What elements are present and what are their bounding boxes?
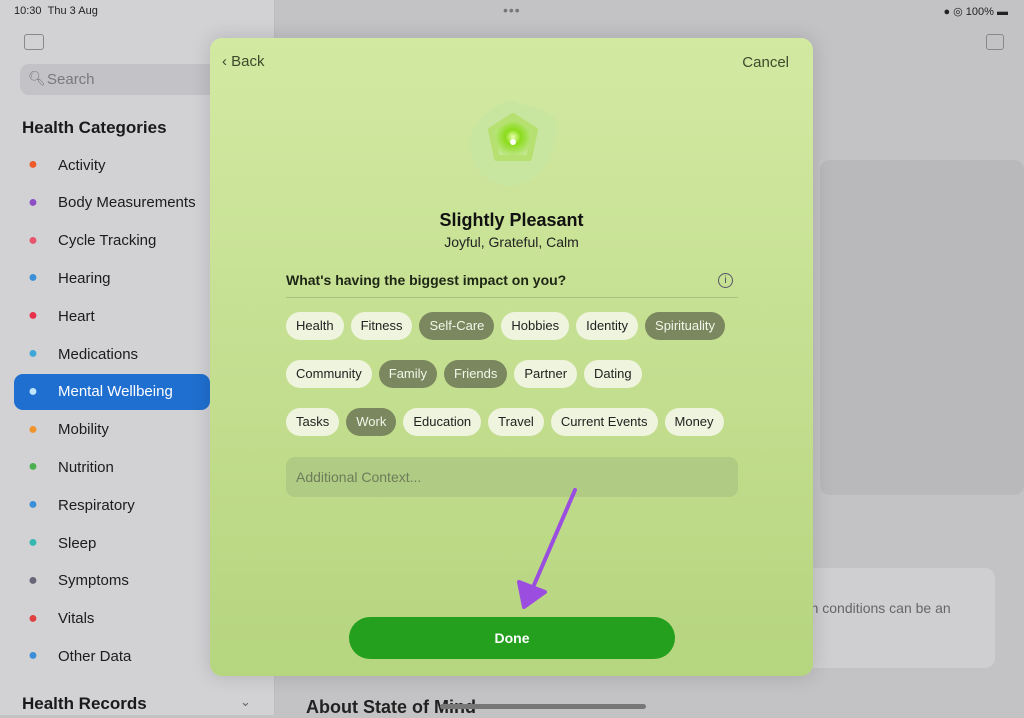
sidebar-item-label: Body Measurements [58, 194, 196, 212]
sidebar-item-label: Sleep [58, 534, 97, 552]
clock: 10:30 Thu 3 Aug [14, 5, 98, 17]
sidebar-item-label: Cycle Tracking [58, 232, 157, 250]
sidebar-item-nutrition[interactable]: ● Nutrition [14, 449, 210, 485]
head-icon: ● [28, 382, 38, 400]
sidebar-item-label: Symptoms [58, 572, 129, 590]
sidebar-item-medications[interactable]: ● Medications [14, 336, 210, 372]
sidebar-item-respiratory[interactable]: ● Respiratory [14, 487, 210, 523]
sidebar-item-body-measurements[interactable]: ● Body Measurements [14, 185, 210, 221]
sidebar-item-label: Other Data [58, 647, 132, 665]
chip-row: Health Fitness Self-Care Hobbies Identity Spi… [286, 312, 725, 340]
chevron-down-icon[interactable]: ⌄ [240, 694, 251, 710]
bed-icon: ● [28, 534, 38, 551]
sidebar-item-label: Activity [58, 156, 106, 174]
sidebar-item-sleep[interactable]: ● Sleep [14, 525, 210, 561]
sidebar-item-hearing[interactable]: ● Hearing [14, 260, 210, 296]
home-indicator[interactable] [440, 704, 646, 709]
chip-work[interactable]: Work [346, 408, 397, 436]
info-icon[interactable]: i [718, 273, 733, 288]
sidebar-item-label: Vitals [58, 610, 95, 628]
apple-icon: ● [28, 458, 38, 476]
sidebar-item-mobility[interactable]: ● Mobility [14, 412, 210, 448]
divider [286, 297, 738, 298]
waveform-icon: ● [28, 609, 38, 627]
mood-flower-icon [469, 100, 557, 187]
calendar-icon[interactable] [986, 34, 1004, 50]
sidebar-item-label: Respiratory [58, 496, 135, 514]
sidebar-item-cycle-tracking[interactable]: ● Cycle Tracking [14, 223, 210, 259]
pills-icon: ● [28, 345, 38, 362]
sidebar-item-other-data[interactable]: ● Other Data [14, 638, 210, 674]
main-card [820, 160, 1024, 495]
chip-identity[interactable]: Identity [576, 312, 639, 340]
chip-travel[interactable]: Travel [488, 408, 544, 436]
multitasking-dots-icon[interactable]: ••• [503, 2, 521, 18]
chip-family[interactable]: Family [378, 360, 438, 388]
sidebar-item-label: Mobility [58, 421, 109, 439]
feelings-label: Joyful, Grateful, Calm [444, 234, 579, 250]
sidebar-item-label: Medications [58, 345, 139, 363]
chip-row: Tasks Work Education Travel Current Events Mo… [286, 408, 724, 436]
heart-icon: ● [28, 307, 38, 325]
chevron-left-icon: ‹ [222, 53, 227, 70]
chip-spirituality[interactable]: Spirituality [645, 312, 725, 340]
sidebar-item-label: Nutrition [58, 458, 114, 476]
done-button[interactable]: Done [349, 617, 675, 659]
cycle-icon: ● [28, 231, 38, 249]
mood-label: Slightly Pleasant [439, 210, 584, 230]
sidebar-item-symptoms[interactable]: ● Symptoms [14, 563, 210, 599]
section-title: Health Categories [22, 118, 167, 137]
status-icons: ● ◎ 100% ▬ [943, 6, 1008, 18]
chip-self-care[interactable]: Self-Care [419, 312, 495, 340]
arrows-icon: ● [28, 420, 38, 438]
chip-hobbies[interactable]: Hobbies [501, 312, 570, 340]
figure-icon: ● [28, 193, 38, 211]
additional-context-input[interactable]: Additional Context... [286, 457, 738, 497]
chip-money[interactable]: Money [664, 408, 724, 436]
chip-fitness[interactable]: Fitness [350, 312, 413, 340]
sidebar-item-mental-wellbeing[interactable]: ● Mental Wellbeing [14, 373, 210, 410]
sidebar-item-vitals[interactable]: ● Vitals [14, 601, 210, 637]
cancel-button[interactable]: Cancel [742, 54, 789, 71]
chip-dating[interactable]: Dating [584, 360, 642, 388]
sidebar-item-label: Mental Wellbeing [58, 383, 173, 401]
flame-icon: ● [28, 156, 38, 173]
status-bar: 10:30 Thu 3 Aug ••• ● ◎ 100% ▬ [0, 0, 1024, 22]
state-of-mind-modal: ‹ Back Cancel Slightly Pleasant Joyful, … [210, 38, 813, 676]
chip-current-events[interactable]: Current Events [550, 408, 658, 436]
plus-icon: ● [28, 647, 38, 665]
sidebar-item-heart[interactable]: ● Heart [14, 298, 210, 334]
chip-community[interactable]: Community [286, 360, 372, 388]
chip-education[interactable]: Education [403, 408, 482, 436]
lungs-icon: ● [28, 496, 38, 514]
chip-health[interactable]: Health [286, 312, 344, 340]
chip-friends[interactable]: Friends [444, 360, 508, 388]
ear-icon: ● [28, 269, 38, 287]
sidebar-item-label: Hearing [58, 269, 111, 287]
chip-tasks[interactable]: Tasks [286, 408, 340, 436]
impact-question: What's having the biggest impact on you? [286, 272, 567, 288]
search-icon: 🔍︎ [28, 70, 46, 86]
sidebar-toggle-icon[interactable] [24, 34, 44, 50]
clipboard-icon: ● [28, 571, 38, 589]
chip-row: Community Family Friends Partner Dating [286, 360, 642, 388]
chip-partner[interactable]: Partner [514, 360, 578, 388]
section-health-records[interactable]: Health Records ⌄ [22, 694, 251, 714]
back-button[interactable]: ‹ Back [222, 53, 265, 70]
sidebar-item-activity[interactable]: ● Activity [14, 147, 210, 183]
sidebar-item-label: Heart [58, 307, 95, 325]
